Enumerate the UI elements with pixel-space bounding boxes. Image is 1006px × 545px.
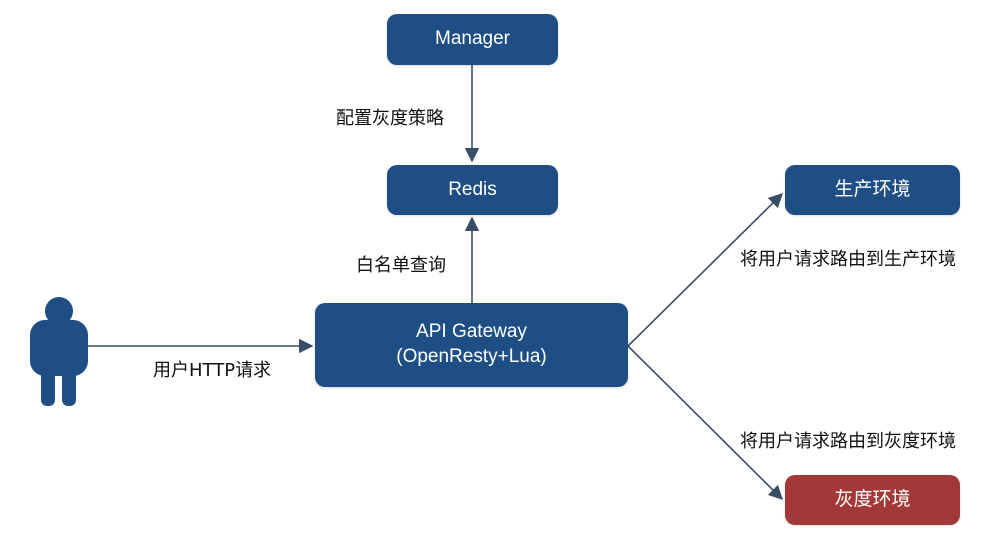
api-gateway-node: API Gateway (OpenResty+Lua): [315, 303, 628, 387]
edge-label-gateway-to-redis: 白名单查询: [356, 255, 446, 276]
redis-node: Redis: [387, 165, 558, 215]
redis-label: Redis: [448, 178, 497, 200]
production-env-node: 生产环境: [785, 165, 960, 215]
api-gateway-sublabel: (OpenResty+Lua): [396, 346, 547, 367]
api-gateway-label: API Gateway: [416, 321, 527, 343]
gray-env-label: 灰度环境: [834, 488, 911, 510]
manager-label: Manager: [435, 28, 510, 50]
user-icon: [30, 297, 88, 406]
edge-label-gateway-to-gray: 将用户请求路由到灰度环境: [740, 431, 956, 452]
arrow-gateway-to-gray: [627, 345, 784, 501]
edge-label-manager-to-redis: 配置灰度策略: [336, 108, 444, 129]
edge-label-user-to-gateway: 用户HTTP请求: [153, 360, 272, 381]
diagram-connectors: [30, 65, 784, 501]
gray-env-node: 灰度环境: [785, 475, 960, 525]
production-env-label: 生产环境: [834, 178, 911, 200]
edge-label-gateway-to-production: 将用户请求路由到生产环境: [740, 249, 956, 270]
gray-release-diagram: Manager Redis API Gateway (OpenResty+Lua…: [0, 0, 1006, 545]
manager-node: Manager: [387, 14, 558, 65]
